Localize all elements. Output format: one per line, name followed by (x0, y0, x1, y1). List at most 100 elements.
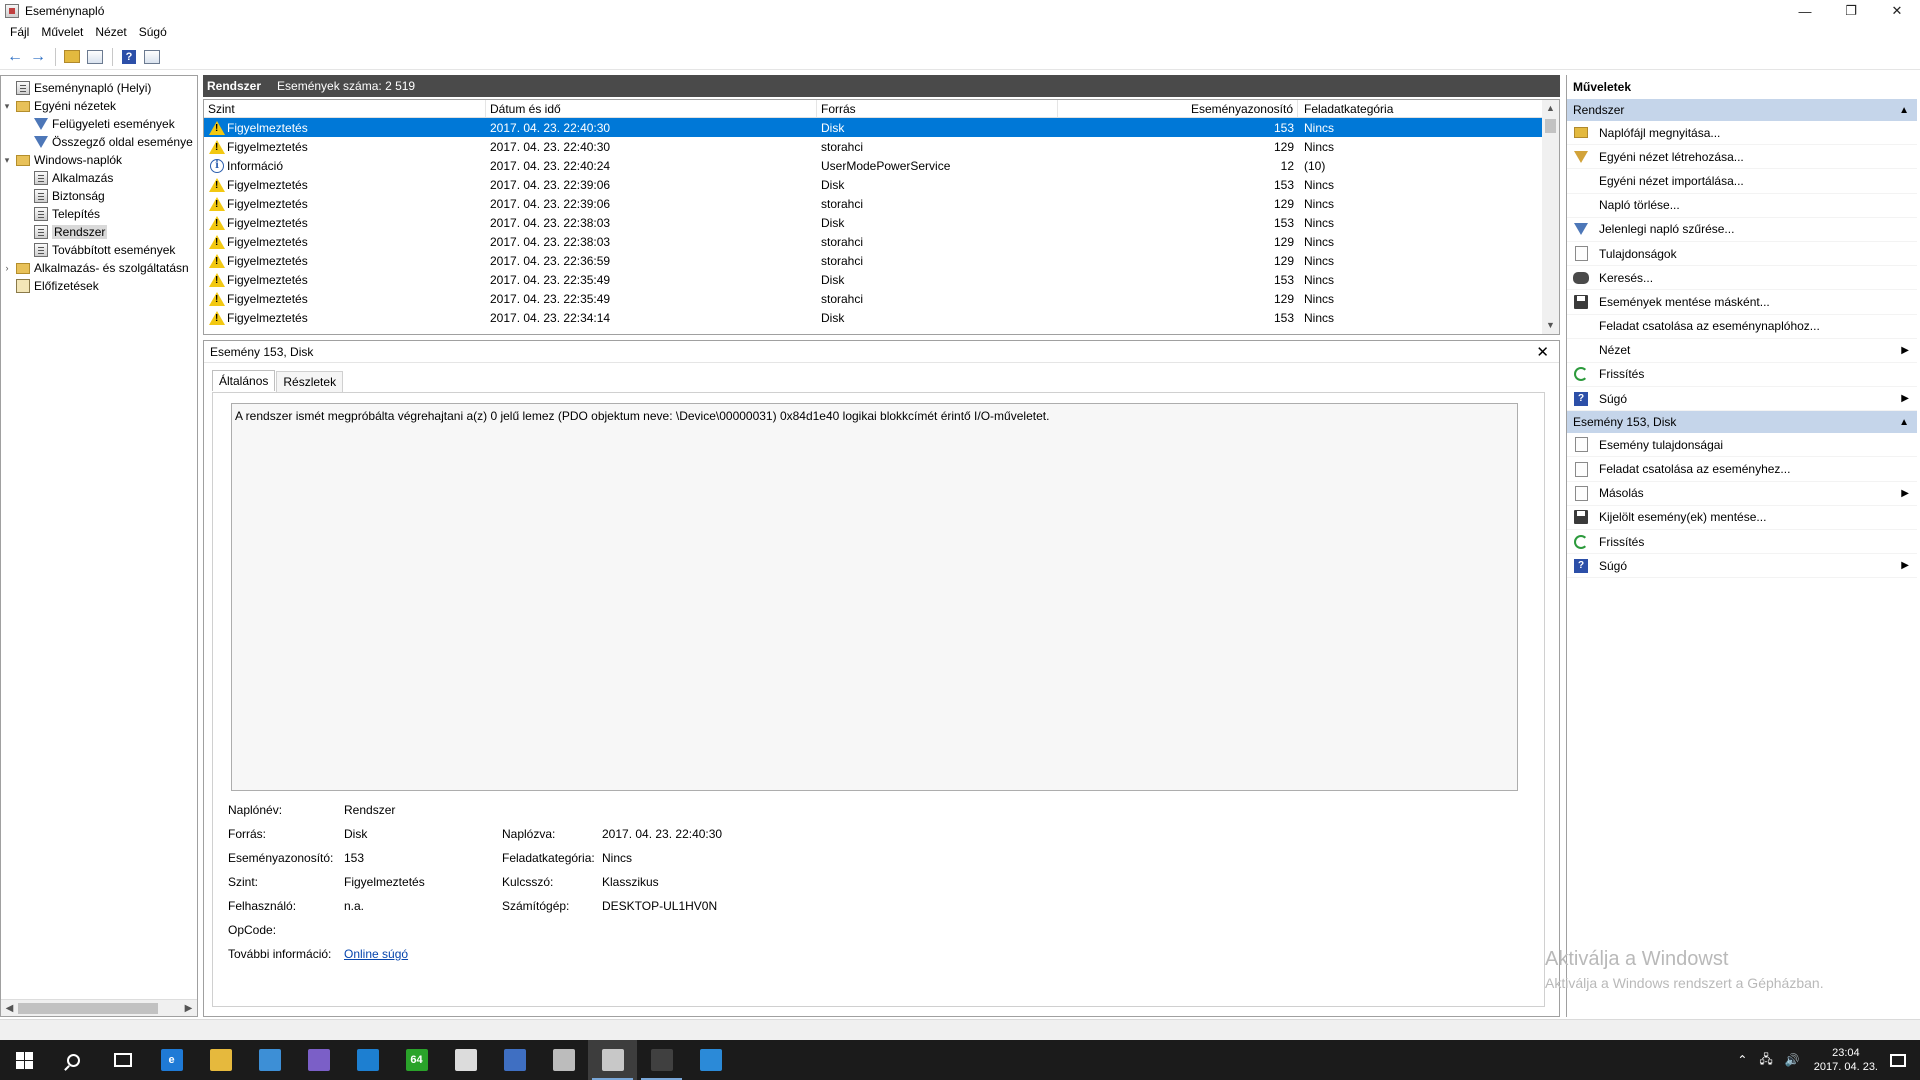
action-frissites[interactable]: Frissítés (1567, 530, 1917, 555)
collapse-icon[interactable]: ▲ (1899, 417, 1909, 428)
table-row[interactable]: Figyelmeztetés 2017. 04. 23. 22:38:03 Disk… (204, 213, 1542, 232)
menu-action[interactable]: Művelet (35, 22, 89, 43)
taskbar-app-disk-tool[interactable] (637, 1040, 686, 1080)
event-list-header: Szint Dátum és idő Forrás Eseményazonosí… (204, 100, 1559, 118)
tab-details[interactable]: Részletek (276, 371, 344, 392)
taskbar-app-calculator[interactable] (441, 1040, 490, 1080)
help-button[interactable]: ? (118, 46, 140, 68)
tree-item-elofizetesek[interactable]: Előfizetések (1, 277, 197, 295)
tab-general[interactable]: Általános (212, 370, 276, 391)
show-hide-action-pane-button[interactable] (141, 46, 163, 68)
search-button[interactable] (49, 1040, 98, 1080)
tree-item-windows-naplok[interactable]: ▾ Windows-naplók (1, 151, 197, 169)
table-row[interactable]: Figyelmeztetés 2017. 04. 23. 22:34:14 Disk… (204, 308, 1542, 327)
action-naplofajl-megnyitasa[interactable]: Naplófájl megnyitása... (1567, 121, 1917, 146)
table-row[interactable]: Figyelmeztetés 2017. 04. 23. 22:40:30 stor… (204, 137, 1542, 156)
expand-toggle-icon[interactable]: ▾ (1, 155, 13, 166)
table-row[interactable]: Figyelmeztetés 2017. 04. 23. 22:39:06 Disk… (204, 175, 1542, 194)
table-row[interactable]: Figyelmeztetés 2017. 04. 23. 22:35:49 stor… (204, 289, 1542, 308)
taskbar-app-store[interactable] (343, 1040, 392, 1080)
action-tulajdonsagok[interactable]: Tulajdonságok (1567, 242, 1917, 267)
table-row[interactable]: Figyelmeztetés 2017. 04. 23. 22:40:30 Disk… (204, 118, 1542, 137)
table-row[interactable]: i Információ 2017. 04. 23. 22:40:24 UserMod… (204, 156, 1542, 175)
menu-view[interactable]: Nézet (89, 22, 132, 43)
actions-section-system[interactable]: Rendszer ▲ (1567, 99, 1917, 121)
scroll-up-icon[interactable]: ▲ (1542, 100, 1559, 117)
tree-item-telepites[interactable]: Telepítés (1, 205, 197, 223)
scroll-thumb[interactable] (1545, 119, 1556, 133)
action-egyeni-nezet-importalasa[interactable]: Egyéni nézet importálása... (1567, 169, 1917, 194)
expand-toggle-icon[interactable]: ▾ (1, 101, 13, 112)
show-hide-tree-button[interactable] (84, 46, 106, 68)
taskbar-app-hwinfo64[interactable]: 64 (392, 1040, 441, 1080)
action-kijelolt-esemeny-ek-mentese[interactable]: Kijelölt esemény(ek) mentése... (1567, 506, 1917, 530)
tree-item-rendszer[interactable]: Rendszer (1, 223, 197, 241)
tree-item-esemenynaplo-helyi[interactable]: Eseménynapló (Helyi) (1, 79, 197, 97)
scroll-left-icon[interactable]: ◀ (1, 1003, 18, 1014)
close-button[interactable]: ✕ (1874, 0, 1920, 22)
network-icon[interactable]: 🖧 (1759, 1050, 1772, 1071)
expand-toggle-icon[interactable]: › (1, 263, 13, 273)
action-esemeny-tulajdonsagai[interactable]: Esemény tulajdonságai (1567, 433, 1917, 458)
menu-file[interactable]: Fájl (4, 22, 35, 43)
minimize-button[interactable]: — (1782, 0, 1828, 22)
tree-horizontal-scrollbar[interactable]: ◀ ▶ (1, 999, 197, 1016)
collapse-icon[interactable]: ▲ (1899, 105, 1909, 116)
column-level[interactable]: Szint (204, 100, 486, 117)
action-frissites[interactable]: Frissítés (1567, 363, 1917, 388)
taskbar-app-printer[interactable] (539, 1040, 588, 1080)
action-masolas[interactable]: Másolás ▶ (1567, 482, 1917, 506)
tree-item-alkalmazas[interactable]: Alkalmazás (1, 169, 197, 187)
table-row[interactable]: Figyelmeztetés 2017. 04. 23. 22:39:06 stor… (204, 194, 1542, 213)
action-naplo-torlese[interactable]: Napló törlése... (1567, 194, 1917, 218)
action-sugo[interactable]: ? Súgó ▶ (1567, 387, 1917, 412)
action-egyeni-nezet-letrehozasa[interactable]: Egyéni nézet létrehozása... (1567, 145, 1917, 170)
action-esemenyek-mentese-maskent[interactable]: Események mentése másként... (1567, 290, 1917, 315)
taskbar-app-file-explorer[interactable] (196, 1040, 245, 1080)
tree-item-egyeni-nezetek[interactable]: ▾ Egyéni nézetek (1, 97, 197, 115)
tree-item-felugyeleti-esemenyek[interactable]: Felügyeleti események (1, 115, 197, 133)
notifications-icon[interactable] (1890, 1053, 1906, 1067)
action-kereses[interactable]: Keresés... (1567, 266, 1917, 291)
tree-item-osszegzo-oldal-esemenye[interactable]: Összegző oldal eseménye (1, 133, 197, 151)
taskbar-app-event-viewer[interactable] (588, 1040, 637, 1080)
taskbar-app-cpu[interactable] (294, 1040, 343, 1080)
scroll-thumb[interactable] (18, 1002, 158, 1014)
tree-item-biztonsag[interactable]: Biztonság (1, 187, 197, 205)
table-row[interactable]: Figyelmeztetés 2017. 04. 23. 22:36:59 stor… (204, 251, 1542, 270)
column-task-category[interactable]: Feladatkategória (1298, 100, 1544, 117)
restore-button[interactable]: ❐ (1828, 0, 1874, 22)
taskbar-app-monitor[interactable] (245, 1040, 294, 1080)
chevron-up-icon[interactable]: ⌃ (1737, 1053, 1747, 1067)
column-source[interactable]: Forrás (817, 100, 1058, 117)
table-row[interactable]: Figyelmeztetés 2017. 04. 23. 22:38:03 stor… (204, 232, 1542, 251)
event-list-vertical-scrollbar[interactable]: ▲ ▼ (1542, 100, 1559, 334)
taskbar-app-edge[interactable]: e (147, 1040, 196, 1080)
action-nezet[interactable]: Nézet ▶ (1567, 339, 1917, 363)
scroll-down-icon[interactable]: ▼ (1542, 317, 1559, 334)
action-feladat-csatolasa-az-esemenynaplohoz[interactable]: Feladat csatolása az eseménynaplóhoz... (1567, 315, 1917, 339)
event-description[interactable]: A rendszer ismét megpróbálta végrehajtan… (231, 403, 1518, 791)
taskbar-app-floppy[interactable] (490, 1040, 539, 1080)
tree-item-tovabbitott-esemenyek[interactable]: Továbbított események (1, 241, 197, 259)
forward-arrow-icon[interactable]: → (27, 46, 49, 68)
action-sugo[interactable]: ? Súgó ▶ (1567, 554, 1917, 579)
action-feladat-csatolasa-az-esemenyhez[interactable]: Feladat csatolása az eseményhez... (1567, 457, 1917, 482)
back-arrow-icon[interactable]: ← (4, 46, 26, 68)
start-button[interactable] (0, 1040, 49, 1080)
tree-item-alkalmazas-es-szolgaltatasn[interactable]: › Alkalmazás- és szolgáltatásn (1, 259, 197, 277)
clock[interactable]: 23:04 2017. 04. 23. (1814, 1046, 1878, 1074)
task-view-button[interactable] (98, 1040, 147, 1080)
online-help-link[interactable]: Online súgó (344, 947, 408, 961)
scroll-right-icon[interactable]: ▶ (180, 1003, 197, 1014)
column-date[interactable]: Dátum és idő (486, 100, 817, 117)
menu-help[interactable]: Súgó (133, 22, 173, 43)
taskbar-app-network-tool[interactable] (686, 1040, 735, 1080)
action-jelenlegi-naplo-szurese[interactable]: Jelenlegi napló szűrése... (1567, 218, 1917, 242)
column-event-id[interactable]: Eseményazonosító (1058, 100, 1298, 117)
actions-section-event[interactable]: Esemény 153, Disk ▲ (1567, 411, 1917, 434)
table-row[interactable]: Figyelmeztetés 2017. 04. 23. 22:35:49 Disk… (204, 270, 1542, 289)
close-icon[interactable]: ✕ (1536, 343, 1549, 361)
volume-icon[interactable]: 🔊 (1785, 1053, 1800, 1067)
up-folder-button[interactable] (61, 46, 83, 68)
